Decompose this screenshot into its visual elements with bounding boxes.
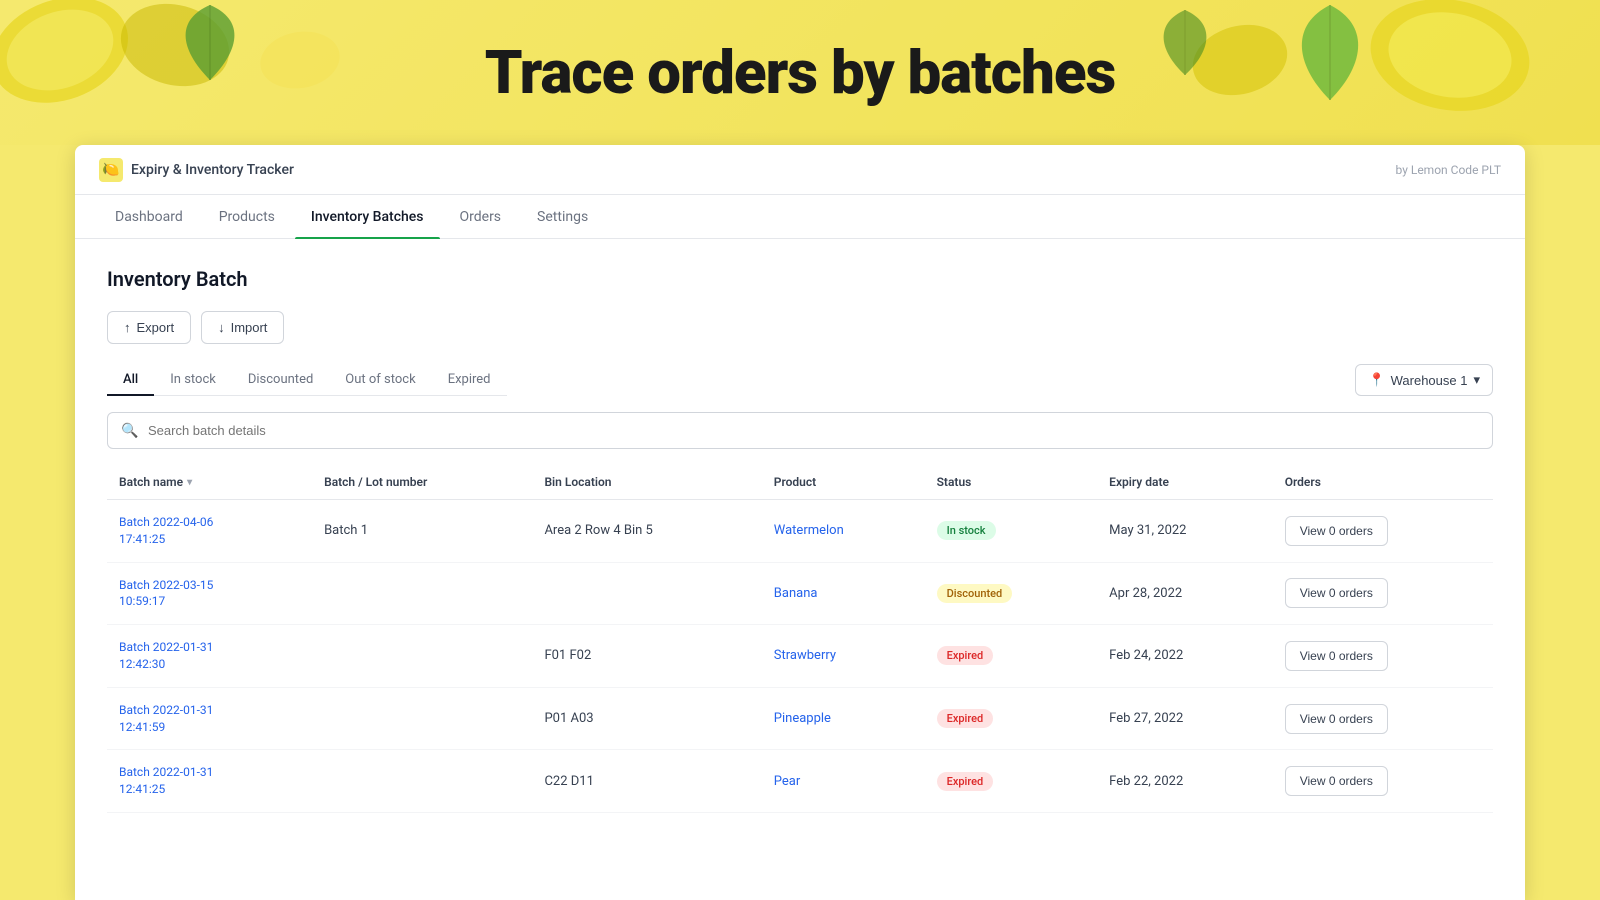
th-expiry-date: Expiry date — [1097, 465, 1273, 500]
expiry-date: May 31, 2022 — [1109, 523, 1186, 538]
app-header: 🍋 Expiry & Inventory Tracker by Lemon Co… — [75, 145, 1525, 195]
table-header: Batch name ▾ Batch / Lot number Bin Loca… — [107, 465, 1493, 500]
app-name: Expiry & Inventory Tracker — [131, 162, 294, 178]
expiry-date: Feb 24, 2022 — [1109, 648, 1183, 663]
view-orders-button[interactable]: View 0 orders — [1285, 766, 1388, 796]
tab-outofstock[interactable]: Out of stock — [329, 364, 431, 395]
th-lot-number: Batch / Lot number — [312, 465, 532, 500]
batch-name-link[interactable]: Batch 2022-01-3112:42:30 — [119, 640, 213, 671]
main-content: Inventory Batch ↑ Export ↓ Import All In… — [75, 239, 1525, 900]
table-row: Batch 2022-01-3112:41:59 P01 A03 Pineapp… — [107, 687, 1493, 750]
product-link[interactable]: Pear — [774, 774, 801, 789]
table-body: Batch 2022-04-0617:41:25 Batch 1 Area 2 … — [107, 500, 1493, 813]
expiry-date: Feb 27, 2022 — [1109, 711, 1183, 726]
view-orders-button[interactable]: View 0 orders — [1285, 641, 1388, 671]
bin-location: F01 F02 — [544, 648, 591, 663]
sort-icon: ▾ — [187, 477, 192, 488]
warehouse-pin-icon: 📍 — [1368, 372, 1384, 388]
table-row: Batch 2022-04-0617:41:25 Batch 1 Area 2 … — [107, 500, 1493, 563]
warehouse-selector[interactable]: 📍 Warehouse 1 ▾ — [1355, 364, 1493, 396]
nav-item-products[interactable]: Products — [203, 195, 291, 239]
view-orders-button[interactable]: View 0 orders — [1285, 704, 1388, 734]
status-badge: Expired — [937, 646, 994, 665]
app-attribution: by Lemon Code PLT — [1396, 163, 1501, 177]
filter-bar: All In stock Discounted Out of stock Exp… — [107, 364, 1493, 396]
status-badge: Expired — [937, 772, 994, 791]
section-title: Inventory Batch — [107, 267, 1493, 291]
expiry-date: Apr 28, 2022 — [1109, 586, 1182, 601]
batch-name-link[interactable]: Batch 2022-01-3112:41:59 — [119, 703, 213, 734]
nav-item-settings[interactable]: Settings — [521, 195, 604, 239]
status-badge: Expired — [937, 709, 994, 728]
toolbar: ↑ Export ↓ Import — [107, 311, 1493, 344]
th-orders: Orders — [1273, 465, 1493, 500]
view-orders-button[interactable]: View 0 orders — [1285, 578, 1388, 608]
tab-instock[interactable]: In stock — [154, 364, 232, 395]
tab-expired[interactable]: Expired — [432, 364, 507, 395]
product-link[interactable]: Banana — [774, 586, 818, 601]
table-row: Batch 2022-01-3112:42:30 F01 F02 Strawbe… — [107, 625, 1493, 688]
table-row: Batch 2022-03-1510:59:17 Banana Discount… — [107, 562, 1493, 625]
th-batch-name: Batch name ▾ — [107, 465, 312, 500]
bin-location: Area 2 Row 4 Bin 5 — [544, 523, 652, 538]
batch-name-link[interactable]: Batch 2022-04-0617:41:25 — [119, 515, 213, 546]
search-icon: 🔍 — [121, 423, 138, 439]
nav-item-orders[interactable]: Orders — [444, 195, 518, 239]
nav-item-inventory-batches[interactable]: Inventory Batches — [295, 195, 440, 239]
import-label: Import — [231, 320, 268, 335]
batch-name-link[interactable]: Batch 2022-03-1510:59:17 — [119, 578, 213, 609]
batch-name-link[interactable]: Batch 2022-01-3112:41:25 — [119, 765, 213, 796]
export-label: Export — [137, 320, 175, 335]
tab-all[interactable]: All — [107, 364, 154, 395]
warehouse-label: Warehouse 1 — [1391, 373, 1468, 388]
app-logo: 🍋 Expiry & Inventory Tracker — [99, 158, 294, 182]
app-window: 🍋 Expiry & Inventory Tracker by Lemon Co… — [75, 145, 1525, 900]
inventory-table: Batch name ▾ Batch / Lot number Bin Loca… — [107, 465, 1493, 813]
status-badge: Discounted — [937, 584, 1013, 603]
table-row: Batch 2022-01-3112:41:25 C22 D11 Pear Ex… — [107, 750, 1493, 813]
search-bar: 🔍 — [107, 412, 1493, 449]
import-button[interactable]: ↓ Import — [201, 311, 284, 344]
product-link[interactable]: Watermelon — [774, 523, 844, 538]
view-orders-button[interactable]: View 0 orders — [1285, 516, 1388, 546]
tab-discounted[interactable]: Discounted — [232, 364, 329, 395]
logo-icon: 🍋 — [99, 158, 123, 182]
status-badge: In stock — [937, 521, 996, 540]
th-status: Status — [925, 465, 1098, 500]
bin-location: C22 D11 — [544, 774, 593, 789]
nav-item-dashboard[interactable]: Dashboard — [99, 195, 199, 239]
product-link[interactable]: Strawberry — [774, 648, 836, 663]
search-input[interactable] — [107, 412, 1493, 449]
expiry-date: Feb 22, 2022 — [1109, 774, 1183, 789]
export-button[interactable]: ↑ Export — [107, 311, 191, 344]
warehouse-chevron-icon: ▾ — [1473, 372, 1480, 388]
lot-number: Batch 1 — [324, 523, 368, 538]
th-bin-location: Bin Location — [532, 465, 761, 500]
export-icon: ↑ — [124, 320, 131, 335]
th-product: Product — [762, 465, 925, 500]
bin-location: P01 A03 — [544, 711, 593, 726]
hero-title: Trace orders by batches — [485, 37, 1116, 108]
product-link[interactable]: Pineapple — [774, 711, 831, 726]
app-navigation: DashboardProductsInventory BatchesOrders… — [75, 195, 1525, 239]
import-icon: ↓ — [218, 320, 225, 335]
filter-tabs: All In stock Discounted Out of stock Exp… — [107, 364, 507, 396]
